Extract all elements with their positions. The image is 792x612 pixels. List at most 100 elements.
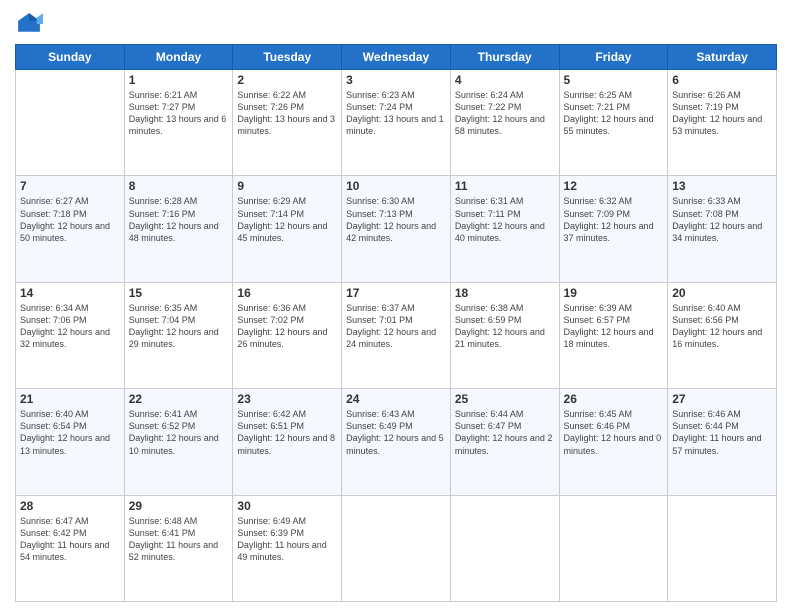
day-detail: Sunrise: 6:48 AMSunset: 6:41 PMDaylight:…	[129, 515, 229, 564]
day-detail: Sunrise: 6:38 AMSunset: 6:59 PMDaylight:…	[455, 302, 555, 351]
day-detail: Sunrise: 6:21 AMSunset: 7:27 PMDaylight:…	[129, 89, 229, 138]
col-header-friday: Friday	[559, 45, 668, 70]
day-detail: Sunrise: 6:42 AMSunset: 6:51 PMDaylight:…	[237, 408, 337, 457]
week-row-5: 28 Sunrise: 6:47 AMSunset: 6:42 PMDayligh…	[16, 495, 777, 601]
day-cell: 13Sunrise: 6:33 AMSunset: 7:08 PMDayligh…	[668, 176, 777, 282]
day-detail: Sunrise: 6:44 AMSunset: 6:47 PMDaylight:…	[455, 408, 555, 457]
day-detail: Sunrise: 6:40 AMSunset: 6:56 PMDaylight:…	[672, 302, 772, 351]
day-number: 21	[20, 392, 120, 406]
week-row-1: 1 Sunrise: 6:21 AMSunset: 7:27 PMDaylight…	[16, 70, 777, 176]
day-detail: Sunrise: 6:26 AMSunset: 7:19 PMDaylight:…	[672, 89, 772, 138]
day-cell: 16 Sunrise: 6:36 AMSunset: 7:02 PMDayligh…	[233, 282, 342, 388]
day-cell: 21 Sunrise: 6:40 AMSunset: 6:54 PMDayligh…	[16, 389, 125, 495]
day-number: 26	[564, 392, 664, 406]
day-detail: Sunrise: 6:27 AMSunset: 7:18 PMDaylight:…	[20, 195, 120, 244]
day-detail: Sunrise: 6:35 AMSunset: 7:04 PMDaylight:…	[129, 302, 229, 351]
day-cell	[559, 495, 668, 601]
day-cell: 19 Sunrise: 6:39 AMSunset: 6:57 PMDayligh…	[559, 282, 668, 388]
day-detail: Sunrise: 6:39 AMSunset: 6:57 PMDaylight:…	[564, 302, 664, 351]
day-detail: Sunrise: 6:29 AMSunset: 7:14 PMDaylight:…	[237, 195, 337, 244]
day-detail: Sunrise: 6:45 AMSunset: 6:46 PMDaylight:…	[564, 408, 664, 457]
col-header-wednesday: Wednesday	[342, 45, 451, 70]
day-number: 4	[455, 73, 555, 87]
day-number: 23	[237, 392, 337, 406]
day-detail: Sunrise: 6:41 AMSunset: 6:52 PMDaylight:…	[129, 408, 229, 457]
day-number: 17	[346, 286, 446, 300]
day-number: 15	[129, 286, 229, 300]
col-header-monday: Monday	[124, 45, 233, 70]
day-cell: 1 Sunrise: 6:21 AMSunset: 7:27 PMDaylight…	[124, 70, 233, 176]
day-number: 30	[237, 499, 337, 513]
day-number: 3	[346, 73, 446, 87]
day-cell: 20 Sunrise: 6:40 AMSunset: 6:56 PMDayligh…	[668, 282, 777, 388]
day-detail: Sunrise: 6:23 AMSunset: 7:24 PMDaylight:…	[346, 89, 446, 138]
day-number: 11	[455, 179, 555, 193]
day-detail: Sunrise: 6:43 AMSunset: 6:49 PMDaylight:…	[346, 408, 446, 457]
week-row-4: 21 Sunrise: 6:40 AMSunset: 6:54 PMDayligh…	[16, 389, 777, 495]
day-cell: 10Sunrise: 6:30 AMSunset: 7:13 PMDayligh…	[342, 176, 451, 282]
day-number: 27	[672, 392, 772, 406]
day-cell: 12 Sunrise: 6:32 AMSunset: 7:09 PMDayligh…	[559, 176, 668, 282]
day-cell: 2Sunrise: 6:22 AMSunset: 7:26 PMDaylight…	[233, 70, 342, 176]
day-cell: 27 Sunrise: 6:46 AMSunset: 6:44 PMDayligh…	[668, 389, 777, 495]
day-number: 14	[20, 286, 120, 300]
calendar-table: SundayMondayTuesdayWednesdayThursdayFrid…	[15, 44, 777, 602]
day-cell: 25 Sunrise: 6:44 AMSunset: 6:47 PMDayligh…	[450, 389, 559, 495]
day-cell: 11 Sunrise: 6:31 AMSunset: 7:11 PMDayligh…	[450, 176, 559, 282]
day-number: 6	[672, 73, 772, 87]
col-header-sunday: Sunday	[16, 45, 125, 70]
day-cell: 17 Sunrise: 6:37 AMSunset: 7:01 PMDayligh…	[342, 282, 451, 388]
day-number: 1	[129, 73, 229, 87]
week-row-3: 14 Sunrise: 6:34 AMSunset: 7:06 PMDayligh…	[16, 282, 777, 388]
day-number: 24	[346, 392, 446, 406]
day-number: 2	[237, 73, 337, 87]
day-detail: Sunrise: 6:25 AMSunset: 7:21 PMDaylight:…	[564, 89, 664, 138]
day-number: 8	[129, 179, 229, 193]
col-header-thursday: Thursday	[450, 45, 559, 70]
day-cell: 29Sunrise: 6:48 AMSunset: 6:41 PMDayligh…	[124, 495, 233, 601]
day-detail: Sunrise: 6:37 AMSunset: 7:01 PMDaylight:…	[346, 302, 446, 351]
day-cell	[450, 495, 559, 601]
day-number: 13	[672, 179, 772, 193]
day-detail: Sunrise: 6:47 AMSunset: 6:42 PMDaylight:…	[20, 515, 120, 564]
day-number: 20	[672, 286, 772, 300]
day-number: 5	[564, 73, 664, 87]
day-cell: 18 Sunrise: 6:38 AMSunset: 6:59 PMDayligh…	[450, 282, 559, 388]
day-detail: Sunrise: 6:46 AMSunset: 6:44 PMDaylight:…	[672, 408, 772, 457]
logo-icon	[15, 10, 43, 38]
day-detail: Sunrise: 6:24 AMSunset: 7:22 PMDaylight:…	[455, 89, 555, 138]
day-number: 18	[455, 286, 555, 300]
day-cell	[342, 495, 451, 601]
day-cell: 9 Sunrise: 6:29 AMSunset: 7:14 PMDaylight…	[233, 176, 342, 282]
day-detail: Sunrise: 6:40 AMSunset: 6:54 PMDaylight:…	[20, 408, 120, 457]
day-number: 22	[129, 392, 229, 406]
day-cell	[16, 70, 125, 176]
day-detail: Sunrise: 6:31 AMSunset: 7:11 PMDaylight:…	[455, 195, 555, 244]
day-cell: 28 Sunrise: 6:47 AMSunset: 6:42 PMDayligh…	[16, 495, 125, 601]
day-number: 19	[564, 286, 664, 300]
day-number: 28	[20, 499, 120, 513]
col-header-tuesday: Tuesday	[233, 45, 342, 70]
day-cell: 8Sunrise: 6:28 AMSunset: 7:16 PMDaylight…	[124, 176, 233, 282]
day-cell: 5 Sunrise: 6:25 AMSunset: 7:21 PMDaylight…	[559, 70, 668, 176]
day-cell: 15 Sunrise: 6:35 AMSunset: 7:04 PMDayligh…	[124, 282, 233, 388]
day-detail: Sunrise: 6:32 AMSunset: 7:09 PMDaylight:…	[564, 195, 664, 244]
day-detail: Sunrise: 6:36 AMSunset: 7:02 PMDaylight:…	[237, 302, 337, 351]
day-number: 16	[237, 286, 337, 300]
day-cell: 30 Sunrise: 6:49 AMSunset: 6:39 PMDayligh…	[233, 495, 342, 601]
day-cell: 3 Sunrise: 6:23 AMSunset: 7:24 PMDaylight…	[342, 70, 451, 176]
day-number: 10	[346, 179, 446, 193]
week-row-2: 7 Sunrise: 6:27 AMSunset: 7:18 PMDaylight…	[16, 176, 777, 282]
day-cell: 24 Sunrise: 6:43 AMSunset: 6:49 PMDayligh…	[342, 389, 451, 495]
day-cell: 26 Sunrise: 6:45 AMSunset: 6:46 PMDayligh…	[559, 389, 668, 495]
day-cell: 22 Sunrise: 6:41 AMSunset: 6:52 PMDayligh…	[124, 389, 233, 495]
day-detail: Sunrise: 6:34 AMSunset: 7:06 PMDaylight:…	[20, 302, 120, 351]
header	[15, 10, 777, 38]
day-number: 12	[564, 179, 664, 193]
day-number: 25	[455, 392, 555, 406]
day-cell: 7 Sunrise: 6:27 AMSunset: 7:18 PMDaylight…	[16, 176, 125, 282]
day-number: 7	[20, 179, 120, 193]
day-detail: Sunrise: 6:49 AMSunset: 6:39 PMDaylight:…	[237, 515, 337, 564]
day-cell: 6 Sunrise: 6:26 AMSunset: 7:19 PMDaylight…	[668, 70, 777, 176]
day-number: 9	[237, 179, 337, 193]
